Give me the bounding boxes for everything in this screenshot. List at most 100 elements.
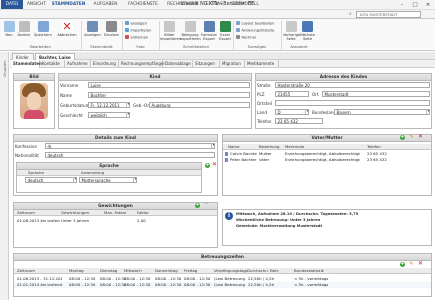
delete-parent-icon[interactable]: ✕ — [418, 134, 423, 140]
usage-column-header: Anwendung — [81, 170, 105, 175]
chevron-down-icon[interactable]: ▾ — [426, 109, 430, 114]
close-window-icon[interactable]: × — [422, 0, 434, 10]
remove-weight-icon[interactable]: — — [204, 202, 209, 207]
tab-einordnung[interactable]: Einordnung — [91, 60, 119, 68]
add-parent-icon[interactable]: + — [400, 135, 405, 140]
chevron-down-icon[interactable]: ▾ — [211, 143, 215, 148]
calendar-dropdown-icon[interactable]: ▾ — [126, 102, 130, 107]
cancel-button[interactable]: ✕ Abbrechen — [55, 21, 79, 37]
tab-stammdaten[interactable]: Stammdaten — [11, 60, 42, 68]
excel-export-button[interactable]: Excel Export — [218, 21, 232, 41]
organization-search[interactable]: KITA MUSTERSTADT — [356, 11, 421, 18]
chevron-down-icon[interactable]: ▾ — [133, 177, 137, 182]
photo-import-label: importieren — [130, 28, 152, 33]
tab-aufnahme[interactable]: Aufnahme — [65, 60, 91, 68]
menu-tab-stammdaten[interactable]: STAMMDATEN — [51, 0, 86, 9]
delete-language-icon[interactable]: ✕ — [212, 162, 217, 168]
photo-show-button[interactable]: anzeigen — [125, 21, 147, 27]
search-icon[interactable]: ⌕ — [349, 11, 355, 18]
menu-tab-rechnungen[interactable]: RECHNUNGEN — [164, 0, 201, 9]
layout-edit-button[interactable]: Layout bearbeiten — [236, 21, 274, 27]
birthdate-label: Geburtsdatum — [60, 103, 90, 108]
photo-remove-button[interactable]: entfernen — [125, 35, 148, 41]
images-import-button[interactable]: Bilder importieren — [160, 21, 181, 41]
doc-tab-child[interactable]: Bachter, Luise — [35, 53, 75, 60]
birthdate-field[interactable]: Fr, 12.12.2011 — [88, 102, 130, 108]
menu-tab-aufgaben[interactable]: AUFGABEN — [90, 0, 121, 9]
excel-export-label: Excel Export — [219, 33, 231, 41]
last-name-field[interactable]: Bachter — [88, 92, 250, 98]
groups-sidebar[interactable] — [0, 52, 9, 300]
usage-cell[interactable]: Muttersprache — [79, 177, 137, 183]
delete-care-time-icon[interactable]: ✕ — [418, 261, 423, 267]
calculator-label: Rechner — [241, 35, 257, 40]
tab-datenablage[interactable]: Datenablage — [163, 60, 193, 68]
confession-select[interactable]: rk — [45, 143, 215, 149]
district-field[interactable] — [275, 100, 430, 106]
new-button[interactable]: Neu — [2, 21, 16, 37]
menu-tab-zeitmodell[interactable]: ZEITMODELL — [228, 0, 262, 9]
add-language-icon[interactable]: + — [205, 163, 210, 168]
tab-medikamente[interactable]: Medikamente — [245, 60, 279, 68]
phone-field[interactable]: 23 65 432 — [275, 118, 323, 124]
table-row[interactable]: Peter Bachter Vater Erziehungsberechtigt… — [223, 157, 431, 163]
photo-remove-label: entfernen — [130, 35, 149, 40]
save-button[interactable]: Speichern — [32, 21, 54, 37]
care-col-monday: Montag — [69, 268, 84, 273]
table-row[interactable]: 01.01.2014 bis laufend 08:00 - 12:30 08:… — [14, 282, 431, 288]
tab-migration[interactable]: Migration — [220, 60, 245, 68]
menu-tab-datei[interactable]: DATEI — [1, 0, 23, 9]
state-label: Bundesland — [312, 110, 337, 115]
care-thursday: 08:00 - 12:30 — [155, 282, 182, 287]
care-period: 01.01.2014 bis laufend — [17, 282, 62, 287]
confession-label: Konfession — [15, 144, 38, 149]
calculator-button[interactable]: Rechner — [236, 35, 256, 41]
previous-page-button[interactable]: Vorherige Seite — [283, 21, 300, 41]
tab-rechnungsempfaenger[interactable]: Rechnungsempfänger — [119, 60, 165, 68]
show-sheet-button[interactable]: Anzeigen — [83, 21, 102, 37]
care-times-panel: Betreuungszeiten — [13, 253, 432, 297]
edit-care-time-icon[interactable]: ✎ — [409, 262, 414, 267]
nationality-select[interactable]: deutsch — [45, 152, 215, 158]
city-field[interactable]: Musterstadt — [322, 91, 430, 97]
tab-kontakte[interactable]: Kontakte — [40, 60, 65, 68]
first-name-field[interactable]: Luise — [88, 82, 250, 88]
country-select[interactable]: D — [275, 109, 309, 115]
minimize-icon[interactable]: – — [396, 0, 408, 10]
chevron-down-icon[interactable]: ▾ — [305, 109, 309, 114]
add-weight-icon[interactable]: + — [195, 203, 200, 208]
group-label-bearbeiten: Bearbeiten — [30, 44, 51, 49]
language-cell[interactable]: deutsch — [25, 177, 77, 183]
print-button[interactable]: Drucken — [103, 21, 120, 37]
table-row[interactable]: 01.08.2013 bis laufend Unter 3 Jahren 2,… — [14, 218, 217, 224]
weights-maxfactor-header: Max. Faktor — [104, 210, 127, 215]
menu-tab-extras[interactable]: EXTRAS — [203, 0, 226, 9]
street-field[interactable]: Hasterstraße 20 — [275, 82, 430, 88]
edit-button[interactable]: Ändern — [17, 21, 31, 37]
doc-tab-kinder[interactable]: Kinder — [12, 53, 34, 60]
next-page-button[interactable]: Nächste Seite — [300, 21, 315, 41]
gender-select[interactable]: weiblich — [88, 112, 130, 118]
child-photo — [20, 83, 48, 119]
chevron-down-icon[interactable]: ▾ — [126, 112, 130, 117]
person-icon — [225, 152, 228, 156]
menu-tab-ansicht[interactable]: ANSICHT — [24, 0, 49, 9]
birthplace-field[interactable]: Augsburg — [149, 102, 250, 108]
edit-parent-icon[interactable]: ✎ — [409, 135, 414, 140]
add-care-time-icon[interactable]: + — [400, 262, 405, 267]
info-icon: i — [225, 212, 233, 220]
country-label: Land — [257, 110, 267, 115]
photo-import-button[interactable]: importieren — [125, 28, 151, 34]
change-history-button[interactable]: Änderungshistorie — [236, 28, 274, 34]
city-label: Ort — [312, 92, 319, 97]
zip-field[interactable]: 23455 — [275, 91, 309, 97]
occupancy-export-button[interactable]: Belegung exportieren — [180, 21, 201, 41]
tab-sitzungen[interactable]: Sitzungen — [193, 60, 220, 68]
chevron-down-icon[interactable]: ▾ — [73, 177, 77, 182]
maximize-icon[interactable]: □ — [409, 0, 421, 10]
state-select[interactable]: Bayern — [334, 109, 430, 115]
menu-tab-fachdienste[interactable]: FACHDIENSTE — [124, 0, 162, 9]
form-export-button[interactable]: Formular Export — [201, 21, 217, 41]
info-line-1: Mittwoch, Aufnahme 28.10 / Durchschn. Ta… — [236, 212, 359, 216]
care-col-meals: Verpflegungstage — [214, 268, 247, 273]
